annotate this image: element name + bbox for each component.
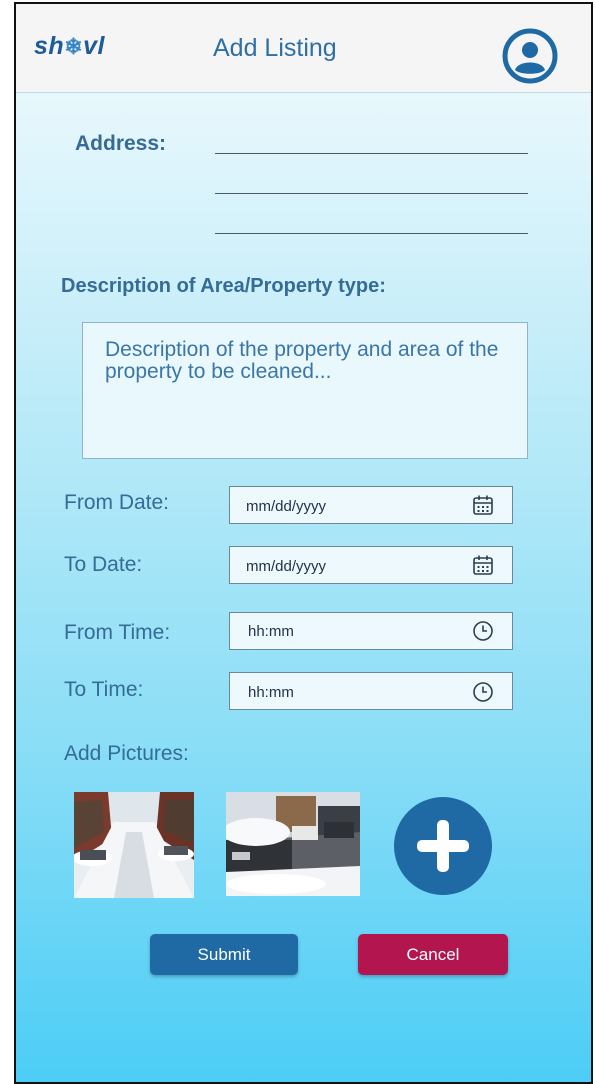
from-date-label: From Date:	[64, 491, 170, 514]
logo-suffix: vl	[83, 32, 105, 60]
logo-prefix: sh	[34, 32, 65, 60]
clock-icon[interactable]	[472, 681, 494, 703]
description-textarea[interactable]: Description of the property and area of …	[82, 322, 528, 459]
pictures-label: Add Pictures:	[64, 742, 189, 765]
description-label: Description of Area/Property type:	[61, 275, 386, 297]
address-line-1-input[interactable]	[215, 153, 528, 154]
to-time-placeholder: hh:mm	[248, 684, 294, 701]
from-time-label: From Time:	[64, 621, 171, 644]
from-time-placeholder: hh:mm	[248, 623, 294, 640]
add-picture-icon[interactable]	[393, 796, 493, 896]
account-circle-icon[interactable]	[502, 28, 558, 84]
cancel-button[interactable]: Cancel	[358, 934, 508, 975]
calendar-icon[interactable]	[472, 494, 494, 516]
page-title: Add Listing	[213, 34, 337, 62]
snowy-car-photo[interactable]	[226, 792, 360, 896]
calendar-icon[interactable]	[472, 554, 494, 576]
submit-button[interactable]: Submit	[150, 934, 298, 975]
from-date-input[interactable]: mm/dd/yyyy	[229, 486, 513, 524]
to-time-input[interactable]: hh:mm	[229, 672, 513, 710]
description-placeholder: Description of the property and area of …	[105, 338, 499, 383]
app-frame: sh❄vl Add Listing Address: Description o…	[14, 2, 593, 1084]
from-date-placeholder: mm/dd/yyyy	[246, 498, 327, 515]
clock-icon[interactable]	[472, 620, 494, 642]
snowy-street-photo[interactable]	[74, 792, 194, 898]
snowflake-icon: ❄	[64, 34, 84, 59]
to-date-placeholder: mm/dd/yyyy	[246, 558, 327, 575]
address-line-2-input[interactable]	[215, 193, 528, 194]
to-date-label: To Date:	[64, 553, 143, 576]
to-time-label: To Time:	[64, 678, 144, 701]
address-label: Address:	[75, 132, 167, 155]
address-line-3-input[interactable]	[215, 233, 528, 234]
header-bar: sh❄vl Add Listing	[16, 4, 591, 93]
to-date-input[interactable]: mm/dd/yyyy	[229, 546, 513, 584]
app-logo[interactable]: sh❄vl	[34, 32, 105, 61]
from-time-input[interactable]: hh:mm	[229, 612, 513, 650]
